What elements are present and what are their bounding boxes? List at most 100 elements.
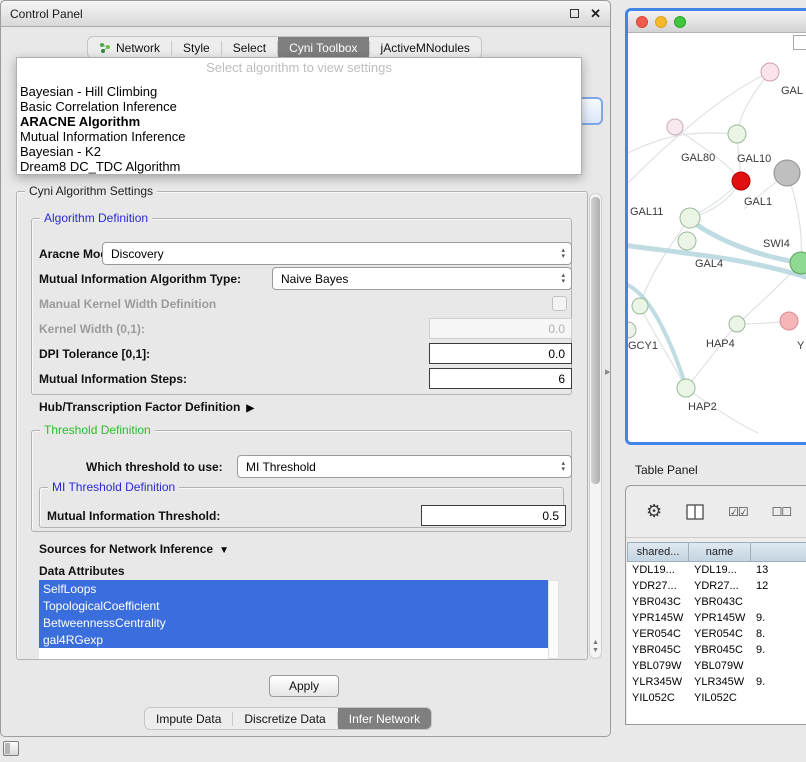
tab-impute-data[interactable]: Impute Data bbox=[145, 708, 232, 729]
tab-cyni-toolbox[interactable]: Cyni Toolbox bbox=[278, 37, 368, 58]
tab-jactivemnodules[interactable]: jActiveMNodules bbox=[370, 37, 481, 58]
node-label: HAP4 bbox=[706, 338, 735, 350]
table-panel-window: ⚙ ☑☑ ☐☐ shared... name YDL19... YDL19...… bbox=[625, 485, 806, 725]
network-node[interactable] bbox=[780, 312, 798, 330]
network-node[interactable] bbox=[667, 119, 683, 135]
node-label: GAL11 bbox=[630, 206, 663, 218]
docked-panel-icon[interactable] bbox=[3, 741, 19, 756]
which-threshold-label: Which threshold to use: bbox=[86, 460, 223, 474]
table-row[interactable]: YIL052C YIL052C bbox=[627, 690, 806, 706]
mi-algorithm-type-value: Naive Bayes bbox=[281, 272, 348, 286]
table-row[interactable]: YBR043C YBR043C bbox=[627, 594, 806, 610]
table-row[interactable]: YBR045C YBR045C 9. bbox=[627, 642, 806, 658]
checked-boxes-icon[interactable]: ☑☑ bbox=[728, 505, 748, 519]
algorithm-placeholder: Select algorithm to view settings bbox=[17, 58, 581, 76]
list-item[interactable]: SelfLoops bbox=[39, 580, 548, 597]
tab-infer-network[interactable]: Infer Network bbox=[338, 708, 431, 729]
tab-select[interactable]: Select bbox=[222, 37, 277, 58]
network-node[interactable] bbox=[632, 298, 648, 314]
network-node[interactable] bbox=[628, 322, 636, 338]
tab-label: Cyni Toolbox bbox=[289, 41, 357, 55]
node-label: GCY1 bbox=[628, 340, 658, 352]
table-row[interactable]: YER054C YER054C 8. bbox=[627, 626, 806, 642]
manual-kernel-width-label: Manual Kernel Width Definition bbox=[39, 297, 216, 311]
node-label: SWI4 bbox=[763, 238, 790, 250]
column-header-name[interactable]: name bbox=[689, 542, 751, 562]
algorithm-option[interactable]: Bayesian - Hill Climbing bbox=[17, 84, 581, 99]
table-body: YDL19... YDL19... 13 YDR27... YDR27... 1… bbox=[627, 562, 806, 724]
network-node[interactable] bbox=[678, 232, 696, 250]
node-label: Y bbox=[797, 340, 805, 352]
table-row[interactable]: YPR145W YPR145W 9. bbox=[627, 610, 806, 626]
mi-threshold-field[interactable]: 0.5 bbox=[421, 505, 566, 526]
network-node[interactable] bbox=[728, 125, 746, 143]
attributes-list-scrollbar[interactable] bbox=[548, 580, 559, 659]
algorithm-option[interactable]: Basic Correlation Inference bbox=[17, 99, 581, 114]
apply-button[interactable]: Apply bbox=[269, 675, 339, 697]
table-row[interactable]: YDL19... YDL19... 13 bbox=[627, 562, 806, 578]
control-panel-tabstrip: Network Style Select Cyni Toolbox jActiv… bbox=[87, 36, 482, 59]
network-node[interactable] bbox=[729, 316, 745, 332]
hub-section-label[interactable]: Hub/Transcription Factor Definition▶ bbox=[39, 400, 254, 414]
algorithm-option-selected[interactable]: ARACNE Algorithm bbox=[17, 114, 581, 129]
minimize-traffic-light-icon[interactable] bbox=[655, 16, 667, 28]
tab-label: Discretize Data bbox=[244, 712, 325, 726]
mi-steps-field[interactable]: 6 bbox=[429, 368, 572, 389]
unchecked-boxes-icon[interactable]: ☐☐ bbox=[772, 505, 792, 519]
list-item[interactable]: gal4RGexp bbox=[39, 631, 548, 648]
tab-discretize-data[interactable]: Discretize Data bbox=[233, 708, 336, 729]
network-node-gal10[interactable] bbox=[774, 160, 800, 186]
mi-threshold-group-title: MI Threshold Definition bbox=[48, 480, 179, 494]
data-attributes-list[interactable]: SelfLoops TopologicalCoefficient Between… bbox=[39, 580, 548, 659]
gear-icon[interactable]: ⚙ bbox=[646, 501, 662, 522]
tab-network[interactable]: Network bbox=[88, 37, 171, 58]
algorithm-option[interactable]: Mutual Information Inference bbox=[17, 129, 581, 144]
collapse-down-icon[interactable]: ▼ bbox=[219, 545, 229, 556]
node-label: GAL80 bbox=[681, 152, 715, 164]
settings-scrollbar-thumb[interactable] bbox=[591, 197, 600, 484]
dpi-tolerance-label: DPI Tolerance [0,1]: bbox=[39, 347, 150, 361]
window-title: Control Panel bbox=[10, 7, 83, 21]
close-icon[interactable]: ✕ bbox=[590, 7, 601, 20]
aracne-mode-value: Discovery bbox=[111, 247, 164, 261]
zoom-traffic-light-icon[interactable] bbox=[674, 16, 686, 28]
column-header-extra[interactable] bbox=[751, 542, 806, 562]
columns-icon[interactable] bbox=[686, 504, 704, 520]
aracne-mode-combobox[interactable]: Discovery ▴▾ bbox=[102, 242, 572, 265]
network-window-titlebar[interactable] bbox=[628, 11, 806, 33]
algorithm-combobox-fragment[interactable] bbox=[579, 97, 603, 125]
settings-scrollbar[interactable]: ▲▼ bbox=[589, 193, 602, 659]
table-row[interactable]: YLR345W YLR345W 9. bbox=[627, 674, 806, 690]
node-label: GAL10 bbox=[737, 153, 771, 165]
algorithm-dropdown-popup: Select algorithm to view settings Bayesi… bbox=[16, 57, 582, 175]
spinner-arrows-icon: ▴▾ bbox=[561, 273, 565, 285]
float-window-icon[interactable] bbox=[570, 9, 579, 18]
table-header-row: shared... name bbox=[627, 542, 806, 562]
mi-algorithm-type-combobox[interactable]: Naive Bayes ▴▾ bbox=[272, 267, 572, 290]
panel-splitter-icon[interactable]: ▸ bbox=[605, 365, 611, 378]
which-threshold-combobox[interactable]: MI Threshold ▴▾ bbox=[237, 455, 572, 478]
table-row[interactable]: YDR27... YDR27... 12 bbox=[627, 578, 806, 594]
list-item[interactable]: TopologicalCoefficient bbox=[39, 597, 548, 614]
expand-right-icon[interactable]: ▶ bbox=[246, 403, 254, 414]
scrollbar-arrows-icon[interactable]: ▲▼ bbox=[590, 639, 601, 655]
tab-label: Style bbox=[183, 41, 210, 55]
list-item[interactable]: BetweennessCentrality bbox=[39, 614, 548, 631]
manual-kernel-width-checkbox[interactable] bbox=[552, 296, 567, 311]
sources-section-label[interactable]: Sources for Network Inference▼ bbox=[39, 542, 229, 556]
network-node[interactable] bbox=[677, 379, 695, 397]
algorithm-option[interactable]: Bayesian - K2 bbox=[17, 144, 581, 159]
control-panel-titlebar[interactable]: Control Panel ✕ bbox=[1, 1, 610, 27]
control-panel-window: Control Panel ✕ Network Style bbox=[0, 0, 611, 737]
dpi-tolerance-field[interactable]: 0.0 bbox=[429, 343, 572, 364]
network-node[interactable] bbox=[680, 208, 700, 228]
network-node[interactable] bbox=[761, 63, 779, 81]
algorithm-option[interactable]: Dream8 DC_TDC Algorithm bbox=[17, 159, 581, 174]
network-node-red[interactable] bbox=[732, 172, 750, 190]
close-traffic-light-icon[interactable] bbox=[636, 16, 648, 28]
node-label: GAL4 bbox=[695, 258, 723, 270]
table-row[interactable]: YBL079W YBL079W bbox=[627, 658, 806, 674]
column-header-shared-name[interactable]: shared... bbox=[627, 542, 689, 562]
network-canvas[interactable]: GAL80 GAL10 GAL11 GAL1 SWI4 GAL4 GCY1 HA… bbox=[628, 33, 806, 442]
tab-style[interactable]: Style bbox=[172, 37, 221, 58]
